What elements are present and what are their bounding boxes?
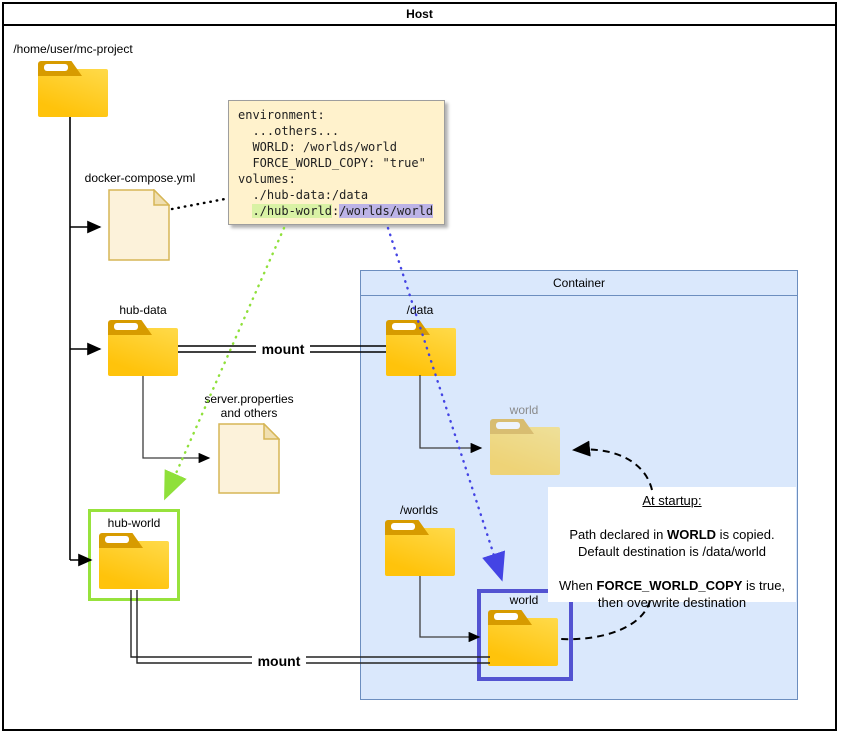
code-line: ./hub-data:/data bbox=[238, 187, 444, 203]
folder-slot bbox=[105, 536, 129, 543]
code-highlight-target: /worlds/world bbox=[339, 204, 433, 218]
code-highlight-source: ./hub-world bbox=[252, 204, 331, 218]
mount-label-top: mount bbox=[256, 340, 310, 358]
annotation-text: Default destination is /data/world bbox=[578, 544, 766, 559]
host-title: Host bbox=[4, 4, 835, 26]
folder-icon-mc-project bbox=[38, 61, 108, 117]
code-line: volumes: bbox=[238, 171, 444, 187]
label-mc-project: /home/user/mc-project bbox=[0, 42, 158, 56]
label-hub-world: hub-world bbox=[59, 516, 209, 530]
file-icon-docker-compose bbox=[108, 189, 170, 261]
file-icon-server-properties bbox=[218, 423, 280, 494]
code-line: ...others... bbox=[238, 123, 444, 139]
folder-slot bbox=[494, 613, 518, 620]
folder-icon-worlds bbox=[385, 520, 455, 576]
annotation-text: is true, bbox=[742, 578, 785, 593]
folder-icon-world-copy bbox=[490, 419, 560, 475]
code-indent bbox=[238, 204, 252, 218]
annotation-paragraph-1: Path declared in WORLD is copied. Defaul… bbox=[548, 526, 796, 560]
folder-icon-data bbox=[386, 320, 456, 376]
folder-body bbox=[38, 69, 108, 117]
compose-snippet: environment: ...others... WORLD: /worlds… bbox=[228, 100, 445, 225]
label-server-properties-line1: server.properties bbox=[174, 392, 324, 406]
folder-icon-hub-data bbox=[108, 320, 178, 376]
folder-body bbox=[488, 618, 558, 666]
code-line-volume: ./hub-world:/worlds/world bbox=[238, 203, 444, 219]
label-hub-data: hub-data bbox=[68, 303, 218, 317]
folder-icon-world-target bbox=[488, 610, 558, 666]
container-title: Container bbox=[361, 271, 797, 296]
folder-slot bbox=[392, 323, 416, 330]
folder-slot bbox=[391, 523, 415, 530]
folder-icon-hub-world bbox=[99, 533, 169, 589]
folder-body bbox=[385, 528, 455, 576]
annotation-bold-force-world-copy: FORCE_WORLD_COPY bbox=[597, 578, 743, 593]
diagram-canvas: Host Container bbox=[0, 0, 841, 741]
annotation-text: then overwrite destination bbox=[598, 595, 746, 610]
label-server-properties-line2: and others bbox=[174, 406, 324, 420]
folder-body bbox=[490, 427, 560, 475]
annotation-text: When bbox=[559, 578, 597, 593]
code-line: FORCE_WORLD_COPY: "true" bbox=[238, 155, 444, 171]
folder-slot bbox=[114, 323, 138, 330]
code-line: WORLD: /worlds/world bbox=[238, 139, 444, 155]
label-worlds: /worlds bbox=[344, 503, 494, 517]
annotation-note: At startup: Path declared in WORLD is co… bbox=[548, 487, 796, 602]
label-data: /data bbox=[345, 303, 495, 317]
annotation-bold-world: WORLD bbox=[667, 527, 716, 542]
folder-body bbox=[99, 541, 169, 589]
label-world-copy: world bbox=[449, 403, 599, 417]
folder-slot bbox=[44, 64, 68, 71]
mount-label-bottom: mount bbox=[252, 652, 306, 670]
annotation-title: At startup: bbox=[548, 492, 796, 509]
folder-body bbox=[108, 328, 178, 376]
annotation-paragraph-2: When FORCE_WORLD_COPY is true, then over… bbox=[548, 577, 796, 611]
label-server-properties: server.properties and others bbox=[174, 392, 324, 420]
folder-slot bbox=[496, 422, 520, 429]
annotation-text: is copied. bbox=[716, 527, 775, 542]
folder-body bbox=[386, 328, 456, 376]
label-docker-compose: docker-compose.yml bbox=[55, 171, 225, 185]
annotation-text: Path declared in bbox=[569, 527, 667, 542]
code-line: environment: bbox=[238, 107, 444, 123]
